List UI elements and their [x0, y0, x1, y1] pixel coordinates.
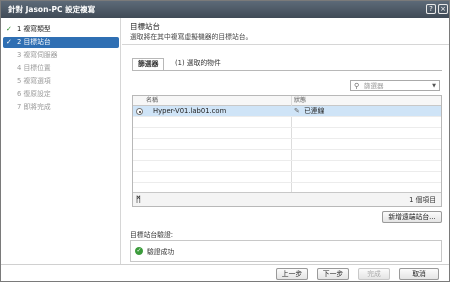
table-row[interactable]: Hyper-V01.lab01.com ✎ 已連線 — [133, 106, 441, 117]
wizard-step[interactable]: 7 即將完成 — [3, 102, 119, 113]
wizard-step-label: 7 — [17, 103, 22, 111]
wizard-step-text: 複寫伺服器 — [23, 51, 58, 59]
wizard-step-label: 6 — [17, 90, 22, 98]
filter-input[interactable]: ⚲ 篩選器 ▼ — [350, 80, 440, 91]
filter-placeholder: 篩選器 — [364, 82, 384, 90]
wizard-step[interactable]: ✓ 2 目標站台 — [3, 37, 119, 48]
table-row — [133, 139, 441, 150]
check-icon: ✓ — [6, 25, 12, 33]
close-icon[interactable]: × — [438, 4, 448, 14]
chevron-down-icon[interactable]: ▼ — [432, 81, 436, 91]
table-row — [133, 161, 441, 172]
wizard-step-caption: 5 複寫選項 — [17, 76, 51, 87]
table-row — [133, 150, 441, 161]
back-button[interactable]: 上一步 — [276, 268, 308, 280]
success-check-icon: ✓ — [135, 247, 143, 255]
tab-selected-objects[interactable]: (1) 選取的物件 — [170, 58, 226, 70]
wizard-step[interactable]: 5 複寫選項 — [3, 76, 119, 87]
connected-icon: ✎ — [294, 107, 300, 115]
next-button[interactable]: 下一步 — [317, 268, 349, 280]
wizard-step[interactable]: 6 復原設定 — [3, 89, 119, 100]
row-radio-button[interactable] — [136, 108, 143, 115]
table-row — [133, 172, 441, 183]
wizard-step-text: 複寫類型 — [23, 25, 51, 33]
site-name: Hyper-V01.lab01.com — [153, 107, 227, 115]
finish-button[interactable]: 完成 — [358, 268, 390, 280]
tab-divider — [132, 70, 442, 71]
wizard-step-label: 5 — [17, 77, 22, 85]
table-header: 名稱 狀態 — [133, 96, 441, 106]
table-footer: ᛗ 1 個項目 — [133, 192, 441, 206]
wizard-step-caption: 3 複寫伺服器 — [17, 50, 57, 61]
item-count: 1 個項目 — [409, 196, 436, 204]
site-status: 已連線 — [304, 107, 325, 115]
wizard-step-label: 4 — [17, 64, 22, 72]
tab-bar: 篩選器 (1) 選取的物件 — [132, 58, 442, 70]
table-row — [133, 128, 441, 139]
wizard-step-caption: 4 目標位置 — [17, 63, 51, 74]
column-header-name[interactable]: 名稱 — [146, 96, 158, 106]
window-title: 針對 Jason-PC 設定複寫 — [8, 5, 96, 14]
title-bar: 針對 Jason-PC 設定複寫 ? × — [1, 1, 449, 18]
site-table: 名稱 狀態 Hyper-V01.lab01.com ✎ 已連線 ᛗ 1 個項目 — [132, 95, 442, 207]
wizard-step-text: 目標位置 — [23, 64, 51, 72]
cancel-button[interactable]: 取消 — [399, 268, 439, 280]
search-icon: ⚲ — [354, 82, 360, 90]
add-remote-site-button[interactable]: 新增遠端站台... — [382, 211, 442, 223]
header-divider — [122, 44, 449, 45]
wizard-window: 針對 Jason-PC 設定複寫 ? × ✓ 1 複寫類型 ✓ 2 目標站台 3 複寫伺… — [0, 0, 450, 282]
wizard-step-caption: 6 復原設定 — [17, 89, 51, 100]
validation-box: ✓ 驗證成功 — [130, 240, 442, 262]
wizard-step-caption: 7 即將完成 — [17, 102, 51, 113]
tab-filter[interactable]: 篩選器 — [132, 58, 165, 70]
wizard-step[interactable]: 4 目標位置 — [3, 63, 119, 74]
table-row — [133, 117, 441, 128]
wizard-step-text: 目標站台 — [23, 38, 51, 46]
binoculars-icon[interactable]: ᛗ — [136, 195, 141, 204]
wizard-step-caption: 2 目標站台 — [17, 37, 51, 48]
wizard-steps: ✓ 1 複寫類型 ✓ 2 目標站台 3 複寫伺服器 4 目標位置 5 複寫選項 6 復原設定 7… — [1, 18, 121, 264]
wizard-step-label: 2 — [17, 38, 22, 46]
step-content: 目標站台 選取將在其中複寫虛擬機器的目標站台。 篩選器 (1) 選取的物件 ⚲ … — [122, 18, 449, 264]
wizard-footer: 上一步 下一步 完成 取消 — [1, 264, 449, 281]
validation-label: 目標站台驗證: — [130, 231, 174, 239]
column-header-status[interactable]: 狀態 — [294, 96, 306, 106]
validation-message: 驗證成功 — [147, 248, 175, 256]
help-icon[interactable]: ? — [426, 4, 436, 14]
wizard-step[interactable]: 3 複寫伺服器 — [3, 50, 119, 61]
wizard-step-label: 3 — [17, 51, 22, 59]
wizard-step[interactable]: ✓ 1 複寫類型 — [3, 24, 119, 35]
wizard-step-caption: 1 複寫類型 — [17, 24, 51, 35]
wizard-step-text: 複寫選項 — [23, 77, 51, 85]
page-description: 選取將在其中複寫虛擬機器的目標站台。 — [130, 33, 253, 41]
wizard-step-text: 即將完成 — [23, 103, 51, 111]
wizard-step-label: 1 — [17, 25, 22, 33]
wizard-step-text: 復原設定 — [23, 90, 51, 98]
check-icon: ✓ — [6, 38, 12, 46]
